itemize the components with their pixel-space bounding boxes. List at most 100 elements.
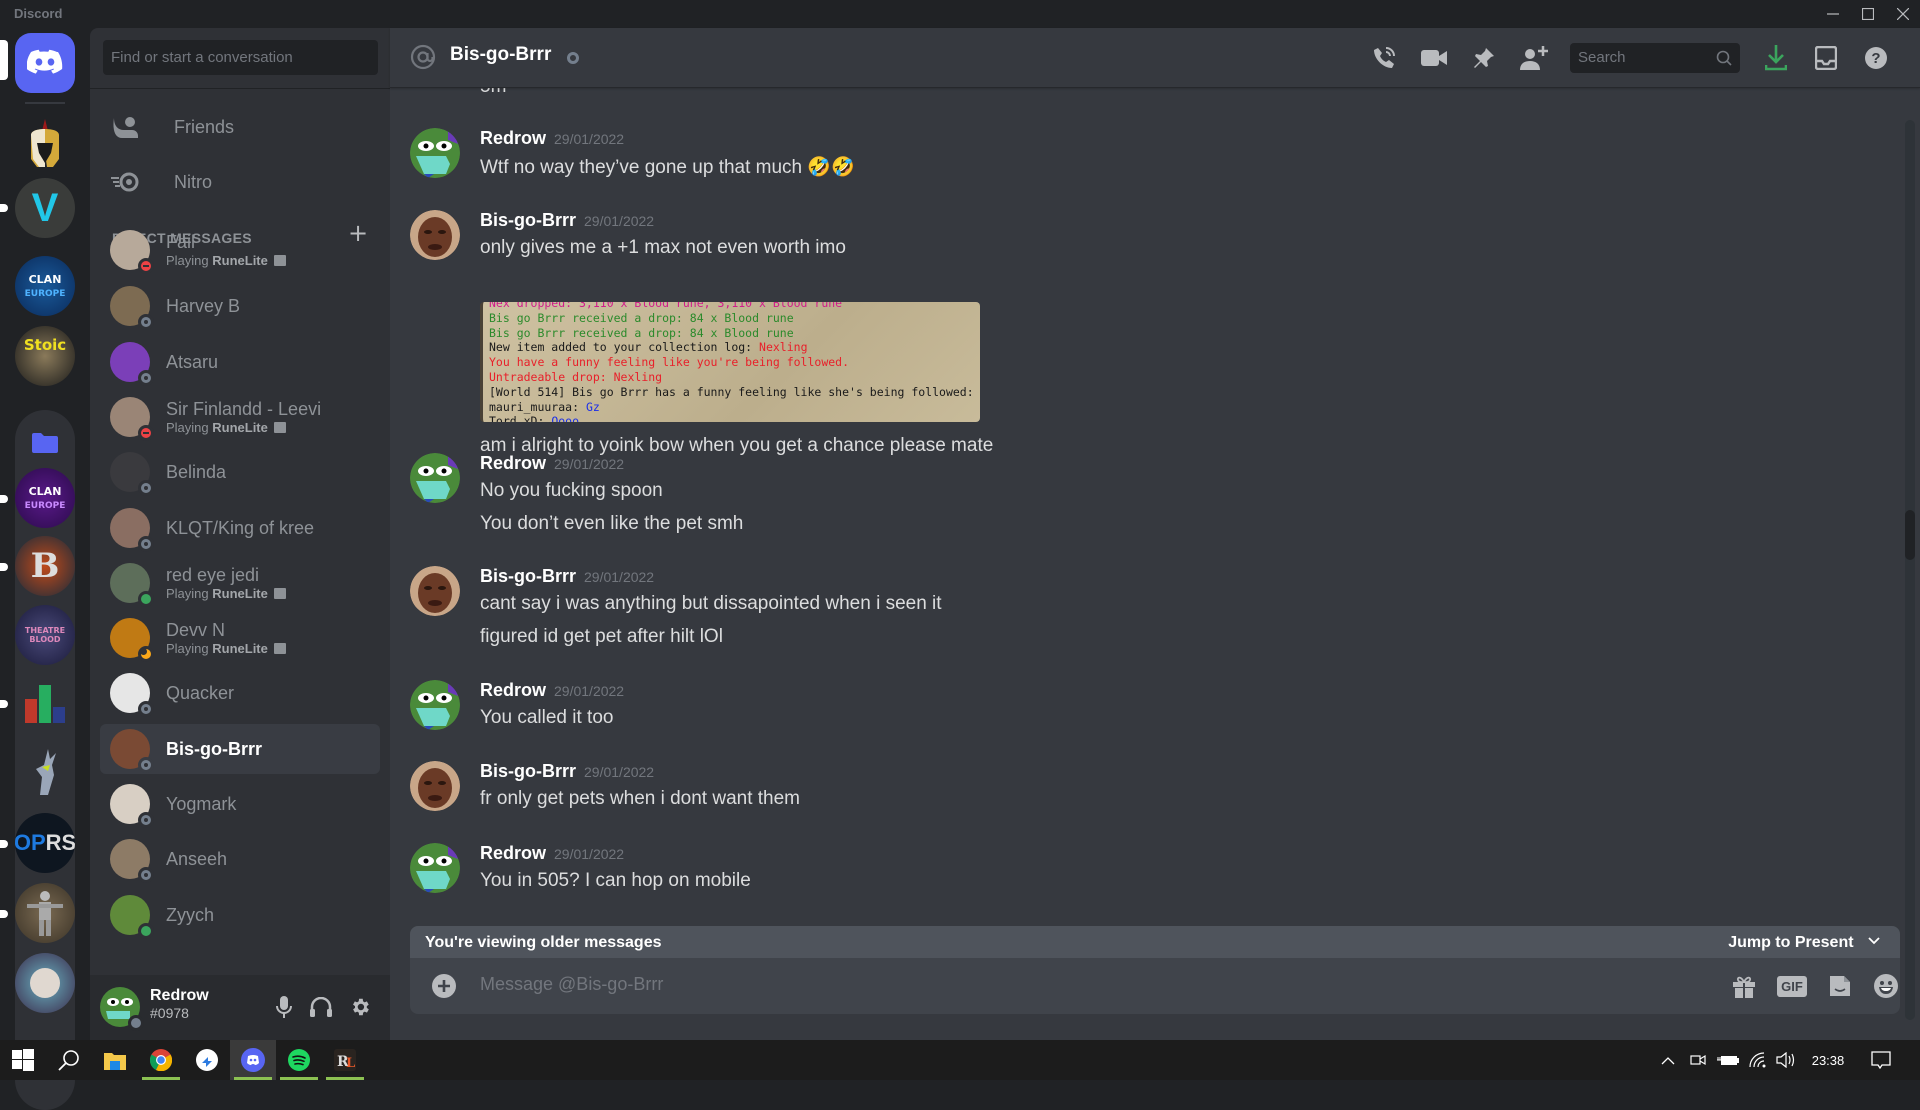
dm-item[interactable]: Anseeh bbox=[100, 834, 380, 884]
image-attachment[interactable]: Nex dropped: 3,110 x Blood rune, 3,110 x… bbox=[480, 302, 980, 422]
tray-battery[interactable] bbox=[1715, 1040, 1741, 1080]
pinned-messages-button[interactable] bbox=[1470, 44, 1498, 72]
status-offline-icon bbox=[138, 812, 154, 828]
dm-item[interactable]: Sir Finlandd - Leevi Playing RuneLite bbox=[100, 392, 380, 442]
unread-indicator bbox=[0, 910, 8, 918]
server-stats[interactable] bbox=[15, 673, 75, 733]
emoji-button[interactable] bbox=[1872, 972, 1900, 1000]
search-icon bbox=[1716, 50, 1732, 66]
dm-item[interactable]: Belinda bbox=[100, 447, 380, 497]
pepe-avatar[interactable] bbox=[410, 680, 460, 730]
server-armour[interactable] bbox=[15, 883, 75, 943]
taskbar-chrome[interactable] bbox=[138, 1040, 184, 1080]
server-theatre-of-blood[interactable]: THEATRE BLOOD bbox=[15, 605, 75, 665]
server-oprs[interactable]: OPRS bbox=[15, 813, 75, 873]
message-author[interactable]: Bis-go-Brrr bbox=[480, 761, 576, 781]
user-settings-button[interactable] bbox=[346, 993, 374, 1021]
start-voice-call-button[interactable] bbox=[1370, 44, 1398, 72]
user-avatar[interactable] bbox=[100, 987, 144, 1031]
jump-to-present-button[interactable]: Jump to Present bbox=[1728, 934, 1880, 952]
dm-item[interactable]: Fail Playing RuneLite bbox=[100, 225, 380, 275]
add-friends-to-dm-button[interactable] bbox=[1520, 44, 1548, 72]
help-button[interactable]: ? bbox=[1862, 44, 1890, 72]
taskbar-app-blue[interactable] bbox=[184, 1040, 230, 1080]
user-avatar[interactable] bbox=[410, 210, 460, 260]
activity-prefix: Playing bbox=[166, 252, 213, 268]
taskbar-discord[interactable] bbox=[230, 1040, 276, 1080]
server-clan-europe[interactable]: CLAN EUROPE bbox=[15, 256, 75, 316]
tray-volume[interactable] bbox=[1773, 1040, 1799, 1080]
dm-item[interactable]: Devv N Playing RuneLite bbox=[100, 613, 380, 663]
avatar bbox=[110, 286, 154, 330]
start-video-call-button[interactable] bbox=[1420, 44, 1448, 72]
folder-button[interactable] bbox=[15, 413, 75, 473]
nav-friends[interactable]: Friends bbox=[100, 105, 380, 149]
download-button[interactable] bbox=[1762, 44, 1790, 72]
gif-button[interactable]: GIF bbox=[1777, 972, 1807, 1000]
close-button[interactable] bbox=[1886, 0, 1920, 28]
minimize-button[interactable] bbox=[1816, 0, 1850, 28]
pepe-avatar[interactable] bbox=[410, 453, 460, 503]
deafen-button[interactable] bbox=[307, 993, 335, 1021]
message-composer: Message @Bis-go-Brrr GIF bbox=[410, 958, 1900, 1014]
scrollbar-thumb[interactable] bbox=[1905, 510, 1915, 560]
app-title: Discord bbox=[14, 6, 63, 21]
armour-icon bbox=[27, 891, 63, 936]
show-hidden-icons-button[interactable] bbox=[1655, 1040, 1681, 1080]
dm-item[interactable]: Quacker bbox=[100, 668, 380, 718]
camera-icon bbox=[1690, 1054, 1706, 1066]
taskbar-search[interactable] bbox=[46, 1040, 92, 1080]
message-author[interactable]: Redrow bbox=[480, 453, 546, 473]
dm-item[interactable]: KLQT/King of kree bbox=[100, 503, 380, 553]
message-author[interactable]: Redrow bbox=[480, 843, 546, 863]
taskbar-file-explorer[interactable] bbox=[92, 1040, 138, 1080]
dm-item-activity: Playing RuneLite bbox=[166, 641, 286, 657]
activity-game: RuneLite bbox=[212, 585, 268, 601]
message-author[interactable]: Bis-go-Brrr bbox=[480, 566, 576, 586]
add-friend-icon bbox=[1520, 46, 1548, 70]
home-button[interactable] bbox=[15, 33, 75, 93]
inbox-button[interactable] bbox=[1812, 44, 1840, 72]
dm-item[interactable]: Harvey B bbox=[100, 281, 380, 331]
user-avatar[interactable] bbox=[410, 761, 460, 811]
server-dragon[interactable] bbox=[15, 743, 75, 803]
gift-button[interactable] bbox=[1730, 972, 1758, 1000]
action-center-button[interactable] bbox=[1866, 1040, 1896, 1080]
tray-meet-now[interactable] bbox=[1685, 1040, 1711, 1080]
server-bl[interactable]: B bbox=[15, 536, 75, 596]
sticker-button[interactable] bbox=[1826, 972, 1854, 1000]
tray-wifi[interactable] bbox=[1745, 1040, 1771, 1080]
message-author[interactable]: Redrow bbox=[480, 680, 546, 700]
mute-button[interactable] bbox=[270, 993, 298, 1021]
dm-item-name: Devv N bbox=[166, 619, 226, 640]
taskbar-start[interactable] bbox=[0, 1040, 46, 1080]
pepe-avatar[interactable] bbox=[410, 843, 460, 893]
pepe-avatar[interactable] bbox=[410, 128, 460, 178]
maximize-button[interactable] bbox=[1851, 0, 1885, 28]
message-author[interactable]: Bis-go-Brrr bbox=[480, 210, 576, 230]
taskbar-spotify[interactable] bbox=[276, 1040, 322, 1080]
nav-nitro[interactable]: Nitro bbox=[100, 160, 380, 204]
server-v[interactable]: V bbox=[15, 178, 75, 238]
status-offline-icon bbox=[138, 536, 154, 552]
message-timestamp: 29/01/2022 bbox=[584, 569, 655, 585]
dm-item[interactable]: Zyych bbox=[100, 890, 380, 940]
dm-item[interactable]: Atsaru bbox=[100, 337, 380, 387]
user-avatar[interactable] bbox=[410, 566, 460, 616]
message-author[interactable]: Redrow bbox=[480, 128, 546, 148]
server-clan-europe-purple[interactable]: CLAN EUROPE bbox=[15, 468, 75, 528]
message-input[interactable]: Message @Bis-go-Brrr bbox=[480, 974, 663, 995]
upload-button[interactable] bbox=[430, 972, 458, 1000]
search-input[interactable]: Search bbox=[1570, 43, 1740, 73]
message-timestamp: 29/01/2022 bbox=[554, 456, 625, 472]
dm-item[interactable]: red eye jedi Playing RuneLite bbox=[100, 558, 380, 608]
server-spartan[interactable] bbox=[15, 115, 75, 175]
find-conversation-input[interactable]: Find or start a conversation bbox=[103, 40, 378, 75]
clock[interactable]: 23:38 bbox=[1803, 1040, 1853, 1080]
dm-item[interactable]: Yogmark bbox=[100, 779, 380, 829]
server-anime[interactable] bbox=[15, 953, 75, 1013]
taskbar-runelite[interactable]: RL bbox=[322, 1040, 368, 1080]
scrollbar-track[interactable] bbox=[1905, 120, 1915, 1020]
server-stoic[interactable]: Stoic bbox=[15, 326, 75, 386]
dm-item[interactable]: Bis-go-Brrr bbox=[100, 724, 380, 774]
